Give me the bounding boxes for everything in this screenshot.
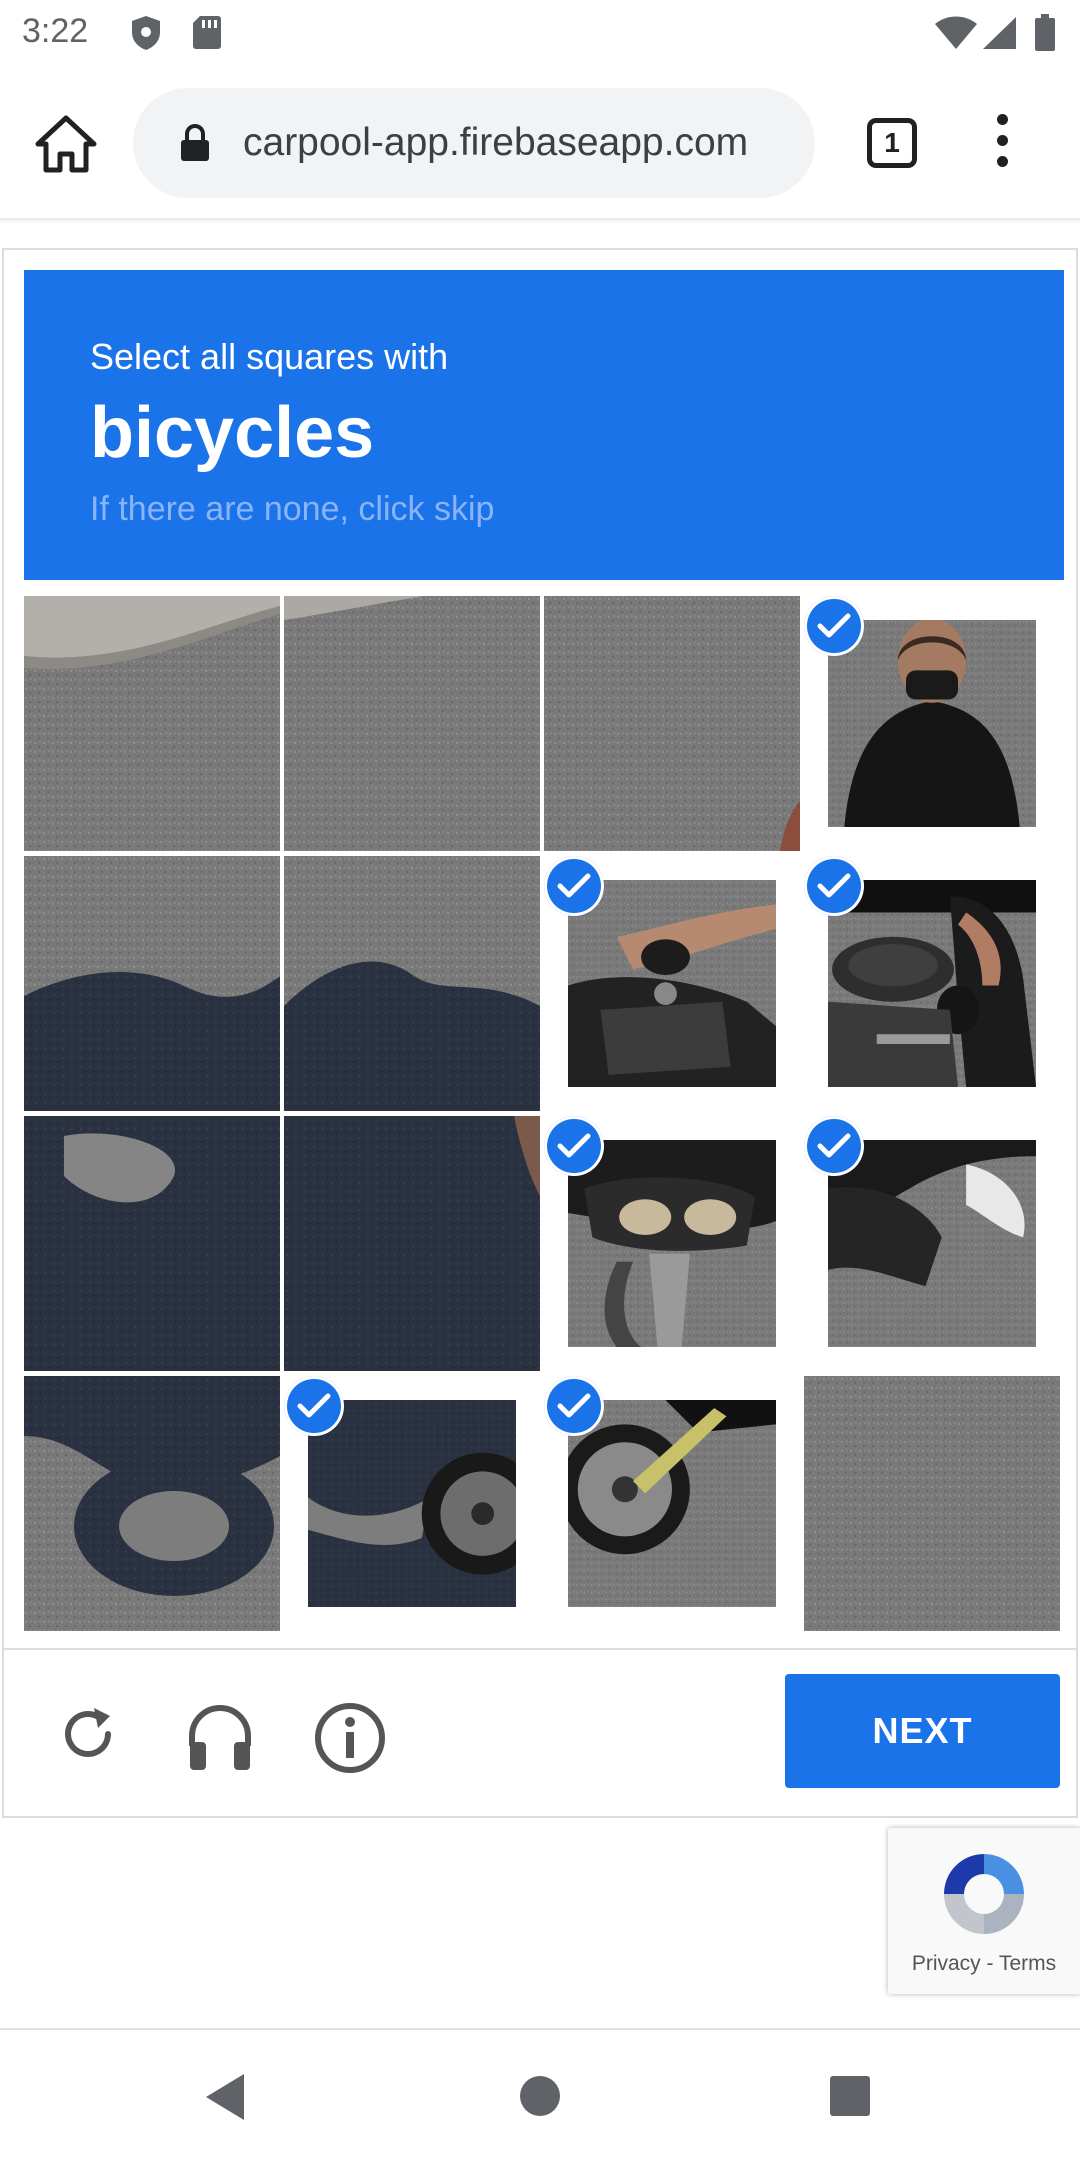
tile-image	[24, 1376, 280, 1631]
tile-image	[284, 856, 540, 1111]
menu-icon[interactable]	[990, 114, 1014, 174]
grid-tile[interactable]	[24, 596, 280, 851]
browser-toolbar: carpool-app.firebaseapp.com 1	[0, 66, 1080, 222]
grid-tile-selected[interactable]	[804, 856, 1060, 1111]
grid-tile[interactable]	[284, 856, 540, 1111]
tile-image	[828, 620, 1036, 827]
grid-tile[interactable]	[24, 856, 280, 1111]
checkmark-icon	[544, 1376, 604, 1436]
challenge-footer: NEXT	[4, 1648, 1076, 1818]
grid-tile[interactable]	[284, 1116, 540, 1371]
tile-image	[284, 596, 540, 851]
sd-card-icon	[192, 14, 222, 55]
recaptcha-challenge: Select all squares with bicycles If ther…	[2, 248, 1078, 1818]
checkmark-icon	[804, 1116, 864, 1176]
status-time: 3:22	[22, 12, 89, 50]
tile-image	[544, 596, 800, 851]
tile-image	[308, 1400, 516, 1607]
recaptcha-badge[interactable]: Privacy - Terms	[888, 1828, 1080, 1994]
headphones-icon[interactable]	[184, 1702, 256, 1779]
tile-image	[284, 1116, 540, 1371]
badge-links: Privacy - Terms	[888, 1952, 1080, 1976]
tile-image	[828, 880, 1036, 1087]
wifi-icon	[934, 16, 978, 55]
grid-tile-selected[interactable]	[804, 1116, 1060, 1371]
tile-image	[828, 1140, 1036, 1347]
tile-image	[24, 596, 280, 851]
grid-tile-selected[interactable]	[544, 1376, 800, 1631]
checkmark-icon	[804, 596, 864, 656]
grid-tile[interactable]	[24, 1376, 280, 1631]
grid-tile[interactable]	[804, 1376, 1060, 1631]
url-text: carpool-app.firebaseapp.com	[243, 121, 749, 164]
tile-image	[568, 880, 776, 1087]
grid-tile[interactable]	[544, 596, 800, 851]
system-nav-bar	[0, 2030, 1080, 2160]
privacy-link[interactable]: Privacy	[912, 1952, 981, 1975]
tile-image	[568, 1400, 776, 1607]
grid-tile-selected[interactable]	[284, 1376, 540, 1631]
checkmark-icon	[804, 856, 864, 916]
checkmark-icon	[544, 1116, 604, 1176]
image-grid	[24, 596, 1064, 1632]
signal-icon	[982, 16, 1018, 55]
battery-icon	[1034, 14, 1056, 57]
home-icon[interactable]	[34, 112, 98, 176]
grid-tile[interactable]	[24, 1116, 280, 1371]
badge-separator: -	[980, 1952, 999, 1975]
reload-icon[interactable]	[56, 1702, 120, 1771]
challenge-header: Select all squares with bicycles If ther…	[24, 270, 1064, 580]
tile-image	[804, 1376, 1060, 1631]
toolbar-shadow	[0, 218, 1080, 224]
challenge-instruction: Select all squares with	[90, 336, 449, 377]
info-icon[interactable]	[314, 1702, 386, 1779]
checkmark-icon	[544, 856, 604, 916]
shield-icon	[130, 14, 162, 57]
recents-icon[interactable]	[830, 2076, 870, 2121]
tile-image	[24, 1116, 280, 1371]
grid-tile[interactable]	[284, 596, 540, 851]
recaptcha-logo-icon	[934, 1846, 1034, 1947]
lock-icon	[179, 124, 211, 167]
tile-image	[568, 1140, 776, 1347]
grid-tile-selected[interactable]	[544, 856, 800, 1111]
grid-tile-selected[interactable]	[804, 596, 1060, 851]
tile-image	[24, 856, 280, 1111]
grid-tile-selected[interactable]	[544, 1116, 800, 1371]
terms-link[interactable]: Terms	[999, 1952, 1056, 1975]
home-circle-icon[interactable]	[518, 2074, 562, 2123]
challenge-target: bicycles	[90, 393, 375, 473]
back-icon[interactable]	[204, 2072, 248, 2127]
tabs-icon[interactable]: 1	[867, 118, 917, 168]
checkmark-icon	[284, 1376, 344, 1436]
url-bar[interactable]: carpool-app.firebaseapp.com	[133, 88, 815, 198]
status-bar: 3:22	[0, 0, 1080, 66]
next-button[interactable]: NEXT	[785, 1674, 1060, 1788]
challenge-hint: If there are none, click skip	[90, 490, 495, 528]
